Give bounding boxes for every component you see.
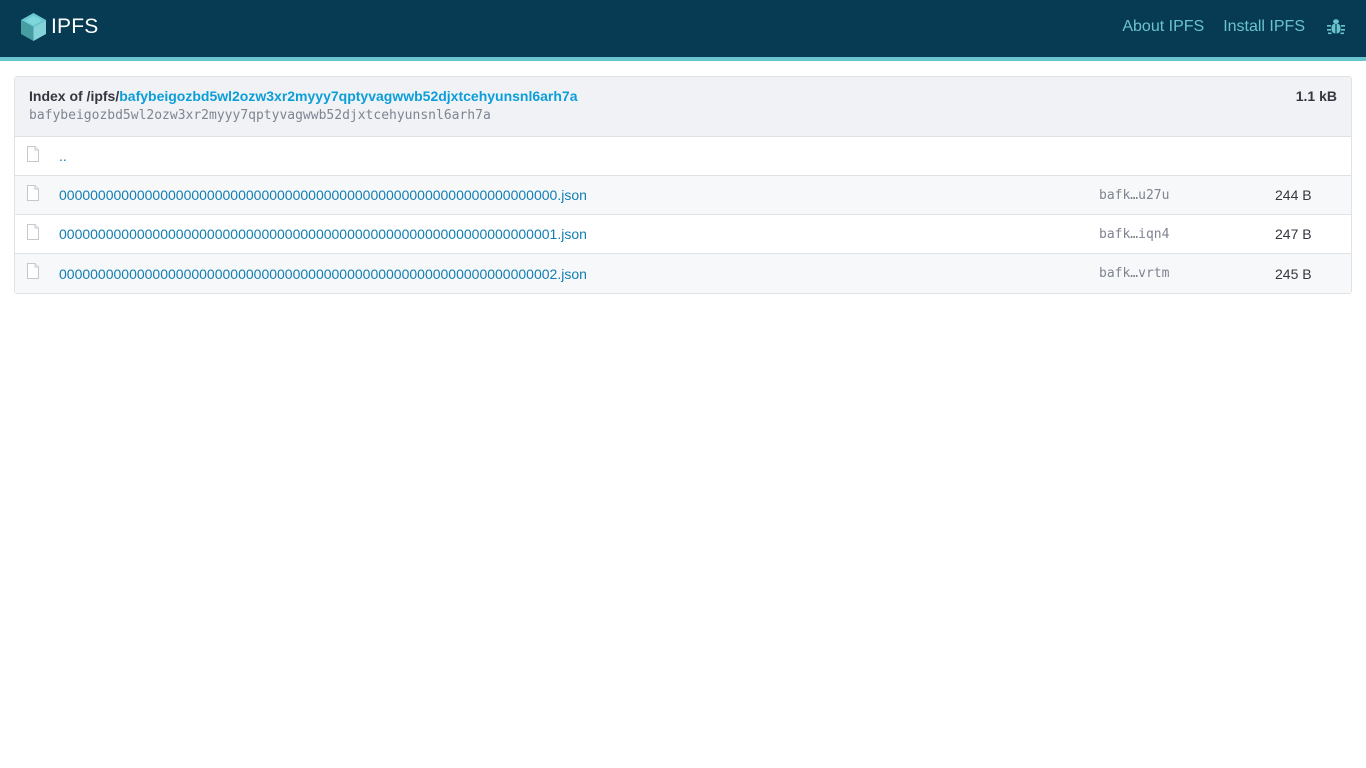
file-name: 0000000000000000000000000000000000000000…: [59, 226, 1099, 242]
directory-listing: Index of /ipfs/bafybeigozbd5wl2ozw3xr2my…: [14, 76, 1352, 294]
page-title: Index of /ipfs/bafybeigozbd5wl2ozw3xr2my…: [29, 88, 578, 104]
file-name: ..: [59, 148, 1099, 164]
total-size: 1.1 kB: [1295, 88, 1337, 104]
table-row: 0000000000000000000000000000000000000000…: [15, 176, 1351, 215]
file-name: 0000000000000000000000000000000000000000…: [59, 187, 1099, 203]
file-cid-link[interactable]: bafk…iqn4: [1099, 227, 1259, 242]
file-link[interactable]: 0000000000000000000000000000000000000000…: [59, 226, 587, 242]
top-bar: IPFS About IPFS Install IPFS: [0, 0, 1366, 61]
root-cid-text: bafybeigozbd5wl2ozw3xr2myyy7qptyvagwwb52…: [29, 108, 491, 123]
file-link[interactable]: 0000000000000000000000000000000000000000…: [59, 266, 587, 282]
file-size: 247 B: [1275, 226, 1312, 242]
header-nav: About IPFS Install IPFS: [1103, 17, 1346, 37]
root-cid-link[interactable]: bafybeigozbd5wl2ozw3xr2myyy7qptyvagwwb52…: [119, 88, 577, 104]
file-size: 245 B: [1275, 265, 1312, 282]
file-cid-link[interactable]: bafk…vrtm: [1099, 266, 1259, 281]
bug-icon[interactable]: [1326, 17, 1346, 37]
table-row: 0000000000000000000000000000000000000000…: [15, 215, 1351, 254]
logo-text: IPFS: [51, 14, 99, 38]
ipfs-cube-icon: [20, 12, 47, 42]
index-info: Index of /ipfs/bafybeigozbd5wl2ozw3xr2my…: [29, 88, 578, 124]
table-row: ..: [15, 137, 1351, 176]
file-size: 244 B: [1275, 187, 1312, 203]
file-link[interactable]: 0000000000000000000000000000000000000000…: [59, 187, 587, 203]
about-ipfs-link[interactable]: About IPFS: [1122, 18, 1204, 36]
ipfs-logo-link[interactable]: IPFS: [20, 12, 98, 42]
index-header: Index of /ipfs/bafybeigozbd5wl2ozw3xr2my…: [15, 77, 1351, 137]
parent-directory-link[interactable]: ..: [59, 148, 67, 164]
file-icon: [15, 184, 59, 201]
file-name: 0000000000000000000000000000000000000000…: [59, 266, 1099, 282]
file-icon: [15, 145, 59, 162]
file-icon: [15, 223, 59, 240]
file-icon: [15, 263, 59, 279]
table-row: 0000000000000000000000000000000000000000…: [15, 254, 1351, 293]
install-ipfs-link[interactable]: Install IPFS: [1223, 18, 1305, 36]
file-cid-link[interactable]: bafk…u27u: [1099, 188, 1259, 203]
title-prefix: Index of /ipfs/: [29, 88, 120, 104]
